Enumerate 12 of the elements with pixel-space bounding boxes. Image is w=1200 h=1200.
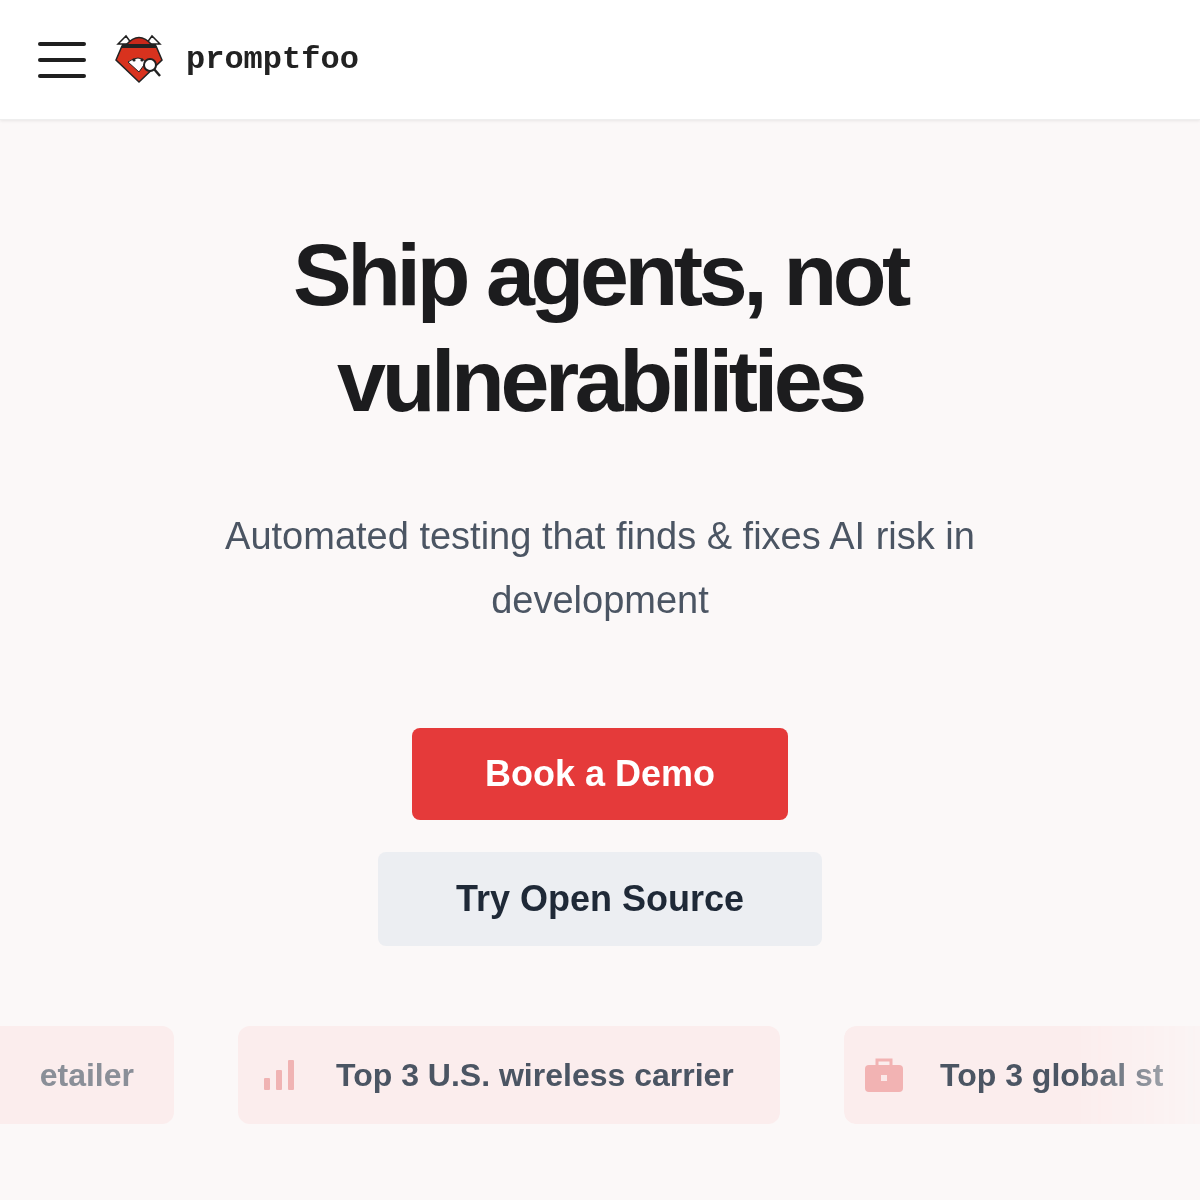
home-link[interactable]: promptfoo [114,31,359,88]
bar-chart-icon [262,1058,296,1092]
chip-label: Top 3 U.S. wireless carrier [336,1056,734,1095]
open-source-button[interactable]: Try Open Source [378,852,822,946]
briefcase-icon [864,1057,904,1093]
hero-title: Ship agents, not vulnerabilities [292,224,908,432]
menu-button[interactable] [38,41,86,78]
chip-label: Top 3 global st [940,1056,1164,1095]
book-demo-button[interactable]: Book a Demo [412,728,788,820]
brand-name: promptfoo [186,39,359,80]
hero-subtitle: Automated testing that finds & fixes AI risk in development [224,514,976,623]
chip-label: etailer [39,1056,134,1095]
